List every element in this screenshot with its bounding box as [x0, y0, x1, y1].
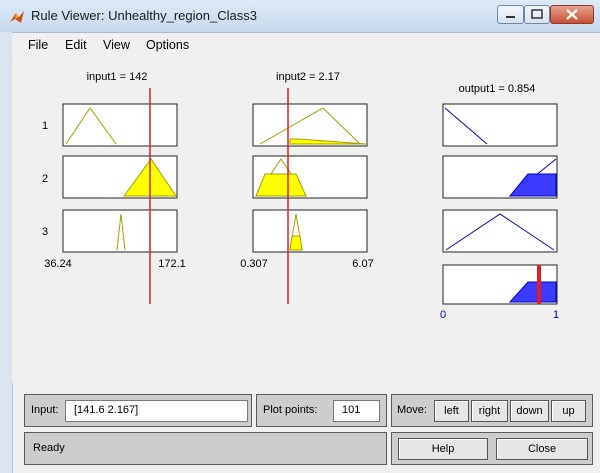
matlab-icon: [10, 11, 24, 23]
menu-options[interactable]: Options: [146, 38, 189, 52]
plot-points-field[interactable]: 101: [333, 400, 380, 422]
menu-edit[interactable]: Edit: [65, 38, 87, 52]
help-button[interactable]: Help: [398, 438, 488, 460]
close-window-button[interactable]: [550, 5, 594, 24]
move-panel: Move: left right down up: [391, 394, 593, 427]
menu-bar: File Edit View Options: [12, 33, 600, 59]
title-bar: Rule Viewer: Unhealthy_region_Class3: [0, 0, 600, 33]
window-title: Rule Viewer: Unhealthy_region_Class3: [31, 8, 257, 23]
move-up-button[interactable]: up: [551, 400, 586, 422]
input2-range-min: 0.307: [240, 258, 268, 270]
input1-range-min: 36.24: [44, 258, 72, 270]
move-right-button[interactable]: right: [471, 400, 508, 422]
plot-points-panel: Plot points: 101: [256, 394, 387, 427]
maximize-button[interactable]: [524, 5, 550, 24]
output-range-max: 1: [553, 309, 559, 321]
rule1-input1-plot[interactable]: [62, 103, 178, 147]
status-text: Ready: [33, 442, 65, 454]
menu-file[interactable]: File: [28, 38, 48, 52]
move-down-button[interactable]: down: [510, 400, 549, 422]
status-panel: Ready: [24, 432, 387, 465]
input1-header: input1 = 142: [87, 71, 148, 83]
rule3-output-plot[interactable]: [442, 209, 558, 253]
close-icon: [566, 9, 578, 20]
input-panel: Input: [141.6 2.167]: [24, 394, 252, 427]
menu-view[interactable]: View: [103, 38, 130, 52]
rule3-input1-plot[interactable]: [62, 209, 178, 253]
output1-header: output1 = 0.854: [459, 83, 536, 95]
input-vector-field[interactable]: [141.6 2.167]: [65, 400, 248, 422]
close-button[interactable]: Close: [496, 438, 588, 460]
input-label: Input:: [31, 404, 59, 416]
move-label: Move:: [397, 404, 427, 416]
rule3-input2-fired: [289, 235, 303, 251]
rule1-output-plot[interactable]: [442, 103, 558, 147]
minimize-button[interactable]: [497, 5, 524, 24]
move-left-button[interactable]: left: [434, 400, 469, 422]
output-range-min: 0: [440, 309, 446, 321]
rule-number: 2: [42, 173, 48, 185]
plot-points-label: Plot points:: [263, 404, 318, 416]
defuzzified-output-line: [537, 265, 541, 304]
rule3-input2-plot[interactable]: [252, 209, 368, 253]
rule-plot-area: input1 = 142 input2 = 2.17 output1 = 0.8…: [12, 60, 600, 383]
rule-viewer-window: Rule Viewer: Unhealthy_region_Class3 Fil…: [0, 0, 600, 473]
minimize-icon: [506, 16, 515, 18]
action-panel: Help Close: [391, 432, 593, 465]
maximize-icon: [531, 9, 543, 19]
input1-range-max: 172.1: [158, 258, 186, 270]
input2-header: input2 = 2.17: [276, 71, 340, 83]
rule-number: 1: [42, 120, 48, 132]
input2-range-max: 6.07: [352, 258, 373, 270]
rule-number: 3: [42, 226, 48, 238]
